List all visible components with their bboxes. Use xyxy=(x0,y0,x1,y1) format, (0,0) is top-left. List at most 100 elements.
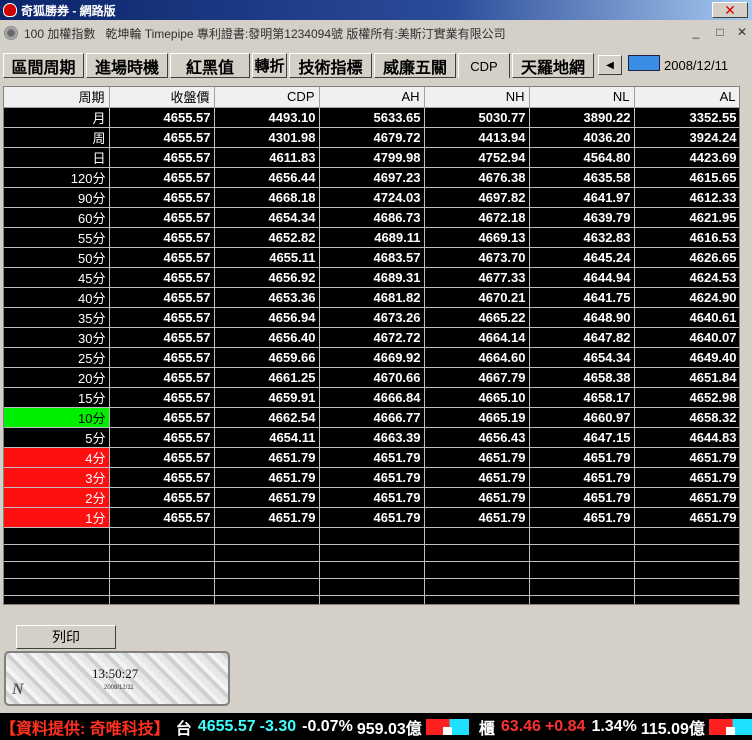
tab-label: 進場時機 xyxy=(94,59,159,77)
cell-ah: 4670.66 xyxy=(319,367,425,388)
cell-cdp: 4611.83 xyxy=(214,147,320,168)
empty-row xyxy=(4,544,739,562)
cell-ah: 4672.72 xyxy=(319,327,425,348)
tab-turning-point[interactable]: 轉折 xyxy=(252,53,287,78)
empty-cell xyxy=(109,595,215,604)
table-row[interactable]: 30分 4655.57 4656.40 4672.72 4664.14 4647.82 46… xyxy=(4,327,739,348)
cell-ah: 4679.72 xyxy=(319,127,425,148)
table-row[interactable]: 90分 4655.57 4668.18 4724.03 4697.82 4641.97 46… xyxy=(4,187,739,208)
close-button[interactable]: ✕ xyxy=(712,2,748,18)
table-row[interactable]: 周 4655.57 4301.98 4679.72 4413.94 4036.20 3924… xyxy=(4,127,739,148)
cell-al: 4649.40 xyxy=(634,347,739,368)
tab-sky-net[interactable]: 天羅地網 xyxy=(512,53,594,78)
close-child-icon[interactable]: ✕ xyxy=(734,25,750,39)
empty-cell xyxy=(529,544,635,562)
cell-close: 4655.57 xyxy=(109,487,215,508)
table-row[interactable]: 50分 4655.57 4655.11 4683.57 4673.70 4645.24 46… xyxy=(4,247,739,268)
cell-close: 4655.57 xyxy=(109,347,215,368)
cell-close: 4655.57 xyxy=(109,507,215,528)
table-row[interactable]: 月 4655.57 4493.10 5633.65 5030.77 3890.22 3352… xyxy=(4,107,739,128)
tab-scroll-left-button[interactable]: ◀ xyxy=(598,55,622,75)
column-header-nl[interactable]: NL xyxy=(529,87,635,108)
cell-ah: 4673.26 xyxy=(319,307,425,328)
cdp-grid: 周期 收盤價 CDP AH NH NL AL 月 4655.57 4493.10 56… xyxy=(3,86,740,605)
cell-al: 4651.79 xyxy=(634,507,739,528)
cell-cdp: 4651.79 xyxy=(214,507,320,528)
column-header-al[interactable]: AL xyxy=(634,87,739,108)
empty-cell xyxy=(634,595,739,604)
empty-cell xyxy=(319,527,425,545)
table-row[interactable]: 25分 4655.57 4659.66 4669.92 4664.60 4654.34 46… xyxy=(4,347,739,368)
table-row[interactable]: 20分 4655.57 4661.25 4670.66 4667.79 4658.38 46… xyxy=(4,367,739,388)
cell-ah: 4666.77 xyxy=(319,407,425,428)
cell-al: 4640.07 xyxy=(634,327,739,348)
empty-cell xyxy=(4,527,110,545)
table-row[interactable]: 3分 4655.57 4651.79 4651.79 4651.79 4651.79 465… xyxy=(4,467,739,488)
table-row[interactable]: 15分 4655.57 4659.91 4666.84 4665.10 4658.17 46… xyxy=(4,387,739,408)
cell-al: 4615.65 xyxy=(634,167,739,188)
cell-nl: 4647.82 xyxy=(529,327,635,348)
tab-label: 紅黑值 xyxy=(185,59,234,77)
table-row[interactable]: 120分 4655.57 4656.44 4697.23 4676.38 4635.58 4… xyxy=(4,167,739,188)
cell-nl: 4651.79 xyxy=(529,487,635,508)
empty-cell xyxy=(214,561,320,579)
tab-interval-period[interactable]: 區間周期 xyxy=(3,53,84,78)
table-row[interactable]: 5分 4655.57 4654.11 4663.39 4656.43 4647.15 464… xyxy=(4,427,739,448)
empty-cell xyxy=(4,544,110,562)
table-row[interactable]: 日 4655.57 4611.83 4799.98 4752.94 4564.80 4423… xyxy=(4,147,739,168)
otc-value: 63.46 xyxy=(500,717,541,735)
empty-cell xyxy=(4,578,110,596)
clock-time: 13:50:27 xyxy=(92,666,139,681)
table-row[interactable]: 4分 4655.57 4651.79 4651.79 4651.79 4651.79 465… xyxy=(4,447,739,468)
cell-al: 3352.55 xyxy=(634,107,739,128)
table-row[interactable]: 10分 4655.57 4662.54 4666.77 4665.19 4660.97 46… xyxy=(4,407,739,428)
table-row[interactable]: 45分 4655.57 4656.92 4689.31 4677.33 4644.94 46… xyxy=(4,267,739,288)
arrow-left-icon: ◀ xyxy=(606,59,614,71)
cell-close: 4655.57 xyxy=(109,427,215,448)
empty-row xyxy=(4,595,739,604)
column-header-period[interactable]: 周期 xyxy=(4,87,110,108)
table-row[interactable]: 60分 4655.57 4654.34 4686.73 4672.18 4639.79 46… xyxy=(4,207,739,228)
cell-al: 3924.24 xyxy=(634,127,739,148)
restore-icon[interactable]: □ xyxy=(712,25,728,39)
cell-cdp: 4301.98 xyxy=(214,127,320,148)
sub-bar: 100 加權指數 乾坤輪 Timepipe 專利證書:發明第1234094號 版… xyxy=(0,20,752,46)
cell-cdp: 4661.25 xyxy=(214,367,320,388)
tab-entry-timing[interactable]: 進場時機 xyxy=(86,53,168,78)
print-label: 列印 xyxy=(52,629,80,645)
cell-cdp: 4656.44 xyxy=(214,167,320,188)
cell-cdp: 4493.10 xyxy=(214,107,320,128)
cell-nh: 4664.14 xyxy=(424,327,530,348)
cell-nh: 4651.79 xyxy=(424,447,530,468)
cell-period: 15分 xyxy=(4,387,110,408)
column-header-close[interactable]: 收盤價 xyxy=(109,87,215,108)
tab-technical-indicators[interactable]: 技術指標 xyxy=(289,53,372,78)
empty-row xyxy=(4,578,739,596)
table-row[interactable]: 40分 4655.57 4653.36 4681.82 4670.21 4641.75 46… xyxy=(4,287,739,308)
cell-al: 4651.79 xyxy=(634,487,739,508)
print-button[interactable]: 列印 xyxy=(16,625,116,649)
date-picker-button[interactable] xyxy=(628,55,660,71)
table-row[interactable]: 1分 4655.57 4651.79 4651.79 4651.79 4651.79 465… xyxy=(4,507,739,528)
empty-cell xyxy=(529,595,635,604)
tab-label: 威廉五關 xyxy=(382,59,447,77)
tab-cdp[interactable]: CDP xyxy=(458,53,510,78)
minimize-icon[interactable]: _ xyxy=(688,25,704,39)
cell-ah: 4697.23 xyxy=(319,167,425,188)
cell-close: 4655.57 xyxy=(109,167,215,188)
table-row[interactable]: 35分 4655.57 4656.94 4673.26 4665.22 4648.90 46… xyxy=(4,307,739,328)
cell-nl: 4658.17 xyxy=(529,387,635,408)
cell-ah: 4689.31 xyxy=(319,267,425,288)
cell-close: 4655.57 xyxy=(109,227,215,248)
cell-ah: 4669.92 xyxy=(319,347,425,368)
table-row[interactable]: 2分 4655.57 4651.79 4651.79 4651.79 4651.79 465… xyxy=(4,487,739,508)
cell-cdp: 4653.36 xyxy=(214,287,320,308)
tab-red-black[interactable]: 紅黑值 xyxy=(170,53,250,78)
cell-cdp: 4654.34 xyxy=(214,207,320,228)
table-row[interactable]: 55分 4655.57 4652.82 4689.11 4669.13 4632.83 46… xyxy=(4,227,739,248)
column-header-cdp[interactable]: CDP xyxy=(214,87,320,108)
column-header-nh[interactable]: NH xyxy=(424,87,530,108)
column-header-ah[interactable]: AH xyxy=(319,87,425,108)
tab-william-five[interactable]: 威廉五關 xyxy=(374,53,456,78)
cell-close: 4655.57 xyxy=(109,187,215,208)
